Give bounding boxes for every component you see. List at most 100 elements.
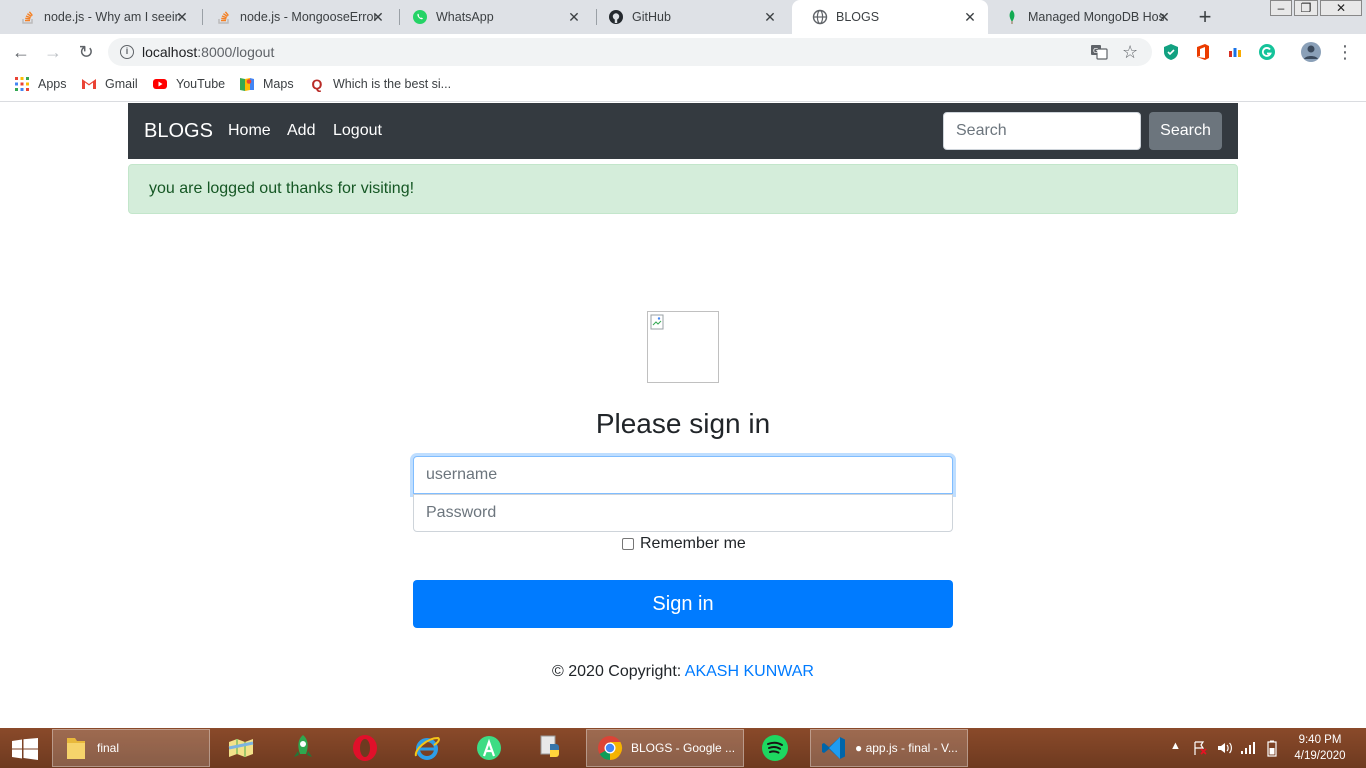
search-input[interactable]: Search <box>943 112 1141 150</box>
author-link[interactable]: AKASH KUNWAR <box>685 663 814 680</box>
clock-time: 9:40 PM <box>1298 734 1342 746</box>
bookmark-label: Which is the best si... <box>333 77 452 91</box>
remember-label: Remember me <box>640 535 746 552</box>
close-icon[interactable]: ✕ <box>174 9 190 26</box>
apps-grid-icon <box>14 76 30 92</box>
taskbar-app-rocket[interactable] <box>288 729 322 767</box>
bookmark-label: YouTube <box>176 77 226 91</box>
broken-image-icon <box>650 314 666 330</box>
taskbar-app-opera[interactable] <box>350 729 384 767</box>
close-icon[interactable]: ✕ <box>962 9 978 26</box>
taskbar-app-label: ● app.js - final - V... <box>855 741 958 755</box>
tab-title: node.js - Why am I seeing <box>44 10 180 24</box>
reload-icon[interactable]: ↻ <box>75 41 97 63</box>
tab-0[interactable]: node.js - Why am I seeing ✕ <box>0 0 200 34</box>
nav-link-add[interactable]: Add <box>287 122 315 140</box>
bookmark-star-icon[interactable]: ☆ <box>1122 43 1140 61</box>
bars-extension-icon[interactable] <box>1226 43 1244 61</box>
nav-link-logout[interactable]: Logout <box>333 122 382 140</box>
close-window-button[interactable]: ✕ <box>1320 0 1362 16</box>
minimize-button[interactable]: – <box>1270 0 1292 16</box>
tab-strip: node.js - Why am I seeing ✕ node.js - Mo… <box>0 0 1366 34</box>
taskbar-app-spotify[interactable] <box>760 729 794 767</box>
grammarly-icon[interactable] <box>1258 43 1276 61</box>
remember-me[interactable]: Remember me <box>622 535 746 553</box>
network-flag-icon[interactable] <box>1192 740 1208 759</box>
bookmark-youtube[interactable]: YouTube <box>152 76 225 92</box>
url-host: localhost <box>142 44 198 60</box>
tab-4-active[interactable]: BLOGS ✕ <box>792 0 988 34</box>
signin-button[interactable]: Sign in <box>413 580 953 628</box>
info-icon[interactable]: i <box>120 45 134 59</box>
bookmark-label: Maps <box>263 77 294 91</box>
stackoverflow-icon <box>216 9 232 25</box>
broken-image-logo <box>647 311 719 383</box>
tab-3[interactable]: GitHub ✕ <box>588 0 788 34</box>
more-menu-icon[interactable]: ⋮ <box>1336 43 1354 61</box>
restore-button[interactable]: ❐ <box>1294 0 1318 16</box>
spotify-icon <box>760 733 790 763</box>
close-icon[interactable]: ✕ <box>762 9 778 26</box>
bookmark-label: Gmail <box>105 77 138 91</box>
battery-icon[interactable] <box>1264 740 1280 761</box>
tab-5[interactable]: Managed MongoDB Hos ✕ <box>992 0 1182 34</box>
new-tab-button[interactable]: + <box>1195 4 1215 30</box>
maps-icon <box>239 76 255 92</box>
forward-arrow-icon[interactable]: → <box>42 41 64 63</box>
system-clock[interactable]: 9:40 PM 4/19/2020 <box>1290 732 1350 764</box>
office-extension-icon[interactable] <box>1194 43 1212 61</box>
taskbar-app-ie[interactable] <box>412 729 446 767</box>
logout-alert: you are logged out thanks for visiting! <box>128 164 1238 214</box>
translate-icon[interactable]: G <box>1090 43 1108 61</box>
bookmark-label: Apps <box>38 77 67 91</box>
brand-logo-text[interactable]: BLOGS <box>144 120 213 143</box>
volume-icon[interactable] <box>1216 740 1234 759</box>
back-arrow-icon[interactable]: ← <box>10 41 32 63</box>
bookmark-quora[interactable]: Q Which is the best si... <box>309 76 452 92</box>
tab-1[interactable]: node.js - MongooseError ✕ <box>196 0 396 34</box>
mongodb-leaf-icon <box>1004 9 1020 25</box>
tab-title: node.js - MongooseError <box>240 10 376 24</box>
bookmark-apps[interactable]: Apps <box>14 76 67 92</box>
youtube-icon <box>152 76 168 92</box>
bookmark-gmail[interactable]: Gmail <box>81 76 138 92</box>
tab-title: BLOGS <box>836 10 880 24</box>
password-input[interactable]: Password <box>413 494 953 532</box>
close-icon[interactable]: ✕ <box>370 9 386 26</box>
whatsapp-icon <box>412 9 428 25</box>
site-navbar: BLOGS Home Add Logout Search Search <box>128 103 1238 159</box>
url-path: :8000/logout <box>197 44 275 60</box>
tab-2[interactable]: WhatsApp ✕ <box>392 0 592 34</box>
signal-icon[interactable] <box>1240 740 1256 759</box>
taskbar-app-python[interactable] <box>536 729 570 767</box>
url-text[interactable]: localhost:8000/logout <box>142 44 274 60</box>
bookmark-maps[interactable]: Maps <box>239 76 294 92</box>
taskbar-app-explorer[interactable]: final <box>52 729 210 767</box>
taskbar-app-label: BLOGS - Google ... <box>631 741 736 755</box>
taskbar-app-chrome[interactable]: BLOGS - Google ... <box>586 729 744 767</box>
opera-icon <box>350 733 380 763</box>
taskbar-app-android-studio[interactable] <box>474 729 508 767</box>
tab-title: GitHub <box>632 10 671 24</box>
close-icon[interactable]: ✕ <box>566 9 582 26</box>
search-button[interactable]: Search <box>1149 112 1222 150</box>
rocket-icon <box>288 733 318 763</box>
maps-app-icon <box>226 733 256 763</box>
profile-avatar[interactable] <box>1300 41 1322 63</box>
nav-link-home[interactable]: Home <box>228 122 271 140</box>
windows-start-icon[interactable] <box>12 738 38 760</box>
internet-explorer-icon <box>412 733 442 763</box>
clock-date: 4/19/2020 <box>1294 750 1346 762</box>
chrome-icon <box>595 733 625 763</box>
close-icon[interactable]: ✕ <box>1156 9 1172 26</box>
folder-icon <box>61 733 91 763</box>
remember-checkbox[interactable] <box>622 538 634 550</box>
taskbar-app-maps[interactable] <box>226 729 260 767</box>
gmail-icon <box>81 76 97 92</box>
tray-overflow-icon[interactable]: ▲ <box>1170 740 1181 752</box>
vscode-icon <box>819 733 849 763</box>
shield-extension-icon[interactable] <box>1162 43 1180 61</box>
taskbar-app-vscode[interactable]: ● app.js - final - V... <box>810 729 968 767</box>
username-input[interactable]: username <box>413 456 953 494</box>
signin-heading: Please sign in <box>595 408 771 439</box>
